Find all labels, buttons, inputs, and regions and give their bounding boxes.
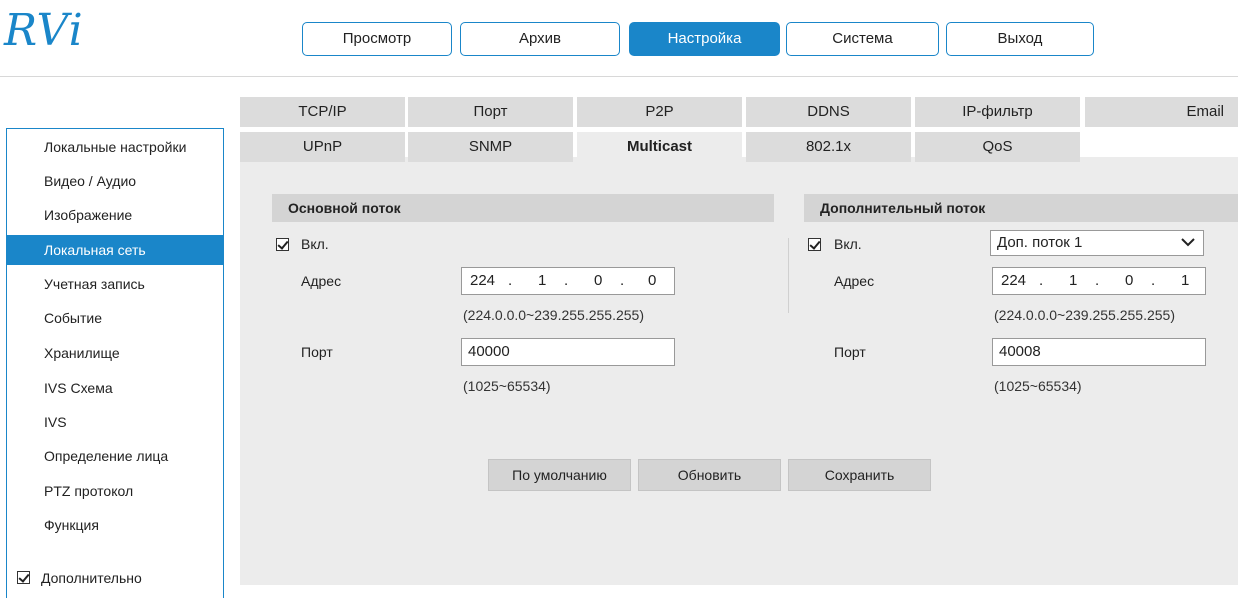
sub-port-range-hint: (1025~65534): [994, 378, 1082, 394]
sidebar-item-ptz-protocol[interactable]: PTZ протокол: [7, 476, 223, 506]
settings-panel: TCP/IP Порт P2P DDNS IP-фильтр Email UPn…: [240, 97, 1238, 585]
brand-logo: RVi: [4, 5, 84, 56]
sub-port-input[interactable]: 40008: [992, 338, 1206, 366]
sidebar-item-image[interactable]: Изображение: [7, 200, 223, 230]
nav-archive-button[interactable]: Архив: [460, 22, 620, 56]
advanced-checkbox[interactable]: [17, 571, 30, 584]
nav-view-button[interactable]: Просмотр: [302, 22, 452, 56]
main-port-range-hint: (1025~65534): [463, 378, 551, 394]
stream-divider: [788, 238, 789, 313]
sidebar-item-video-audio[interactable]: Видео / Аудио: [7, 166, 223, 196]
sidebar-item-ivs-scheme[interactable]: IVS Схема: [7, 373, 223, 403]
sidebar-item-storage[interactable]: Хранилище: [7, 338, 223, 368]
sidebar-item-face-detection[interactable]: Определение лица: [7, 441, 223, 471]
advanced-label: Дополнительно: [41, 570, 142, 586]
nav-settings-button[interactable]: Настройка: [629, 22, 780, 56]
main-port-input[interactable]: 40000: [461, 338, 675, 366]
sub-stream-select[interactable]: Доп. поток 1: [990, 230, 1204, 256]
tab-multicast[interactable]: Multicast: [577, 132, 742, 162]
sidebar-item-local-settings[interactable]: Локальные настройки: [7, 132, 223, 162]
sidebar-item-event[interactable]: Событие: [7, 303, 223, 333]
sidebar-item-account[interactable]: Учетная запись: [7, 269, 223, 299]
nav-system-button[interactable]: Система: [786, 22, 939, 56]
settings-sidebar: Локальные настройки Видео / Аудио Изобра…: [6, 128, 224, 598]
tab-snmp[interactable]: SNMP: [408, 132, 573, 162]
sub-address-label: Адрес: [834, 273, 875, 289]
tab-tcpip[interactable]: TCP/IP: [240, 97, 405, 127]
main-stream-header: Основной поток: [272, 194, 774, 222]
main-address-input[interactable]: 224 . 1 . 0 . 0: [461, 267, 675, 295]
tab-p2p[interactable]: P2P: [577, 97, 742, 127]
refresh-button[interactable]: Обновить: [638, 459, 781, 491]
main-stream-enable-checkbox[interactable]: [276, 238, 289, 251]
nav-exit-button[interactable]: Выход: [946, 22, 1094, 56]
tab-qos[interactable]: QoS: [915, 132, 1080, 162]
save-button[interactable]: Сохранить: [788, 459, 931, 491]
tab-email[interactable]: Email: [1085, 97, 1238, 127]
sub-stream-header: Дополнительный поток: [804, 194, 1238, 222]
main-address-label: Адрес: [301, 273, 342, 289]
tab-upnp[interactable]: UPnP: [240, 132, 405, 162]
sub-port-label: Порт: [834, 344, 866, 360]
tab-8021x[interactable]: 802.1x: [746, 132, 911, 162]
sidebar-item-function[interactable]: Функция: [7, 510, 223, 540]
main-stream-enable-label: Вкл.: [301, 236, 329, 252]
sub-stream-enable-label: Вкл.: [834, 236, 862, 252]
sidebar-item-ivs[interactable]: IVS: [7, 407, 223, 437]
tab-port[interactable]: Порт: [408, 97, 573, 127]
main-address-range-hint: (224.0.0.0~239.255.255.255): [463, 307, 644, 323]
chevron-down-icon: [1181, 238, 1195, 247]
header-divider: [0, 76, 1238, 77]
sidebar-advanced-toggle[interactable]: Дополнительно: [7, 563, 223, 593]
sub-address-range-hint: (224.0.0.0~239.255.255.255): [994, 307, 1175, 323]
tab-ip-filter[interactable]: IP-фильтр: [915, 97, 1080, 127]
default-button[interactable]: По умолчанию: [488, 459, 631, 491]
sidebar-item-network[interactable]: Локальная сеть: [7, 235, 223, 265]
tab-ddns[interactable]: DDNS: [746, 97, 911, 127]
main-port-label: Порт: [301, 344, 333, 360]
sub-address-input[interactable]: 224 . 1 . 0 . 1: [992, 267, 1206, 295]
sub-stream-enable-checkbox[interactable]: [808, 238, 821, 251]
